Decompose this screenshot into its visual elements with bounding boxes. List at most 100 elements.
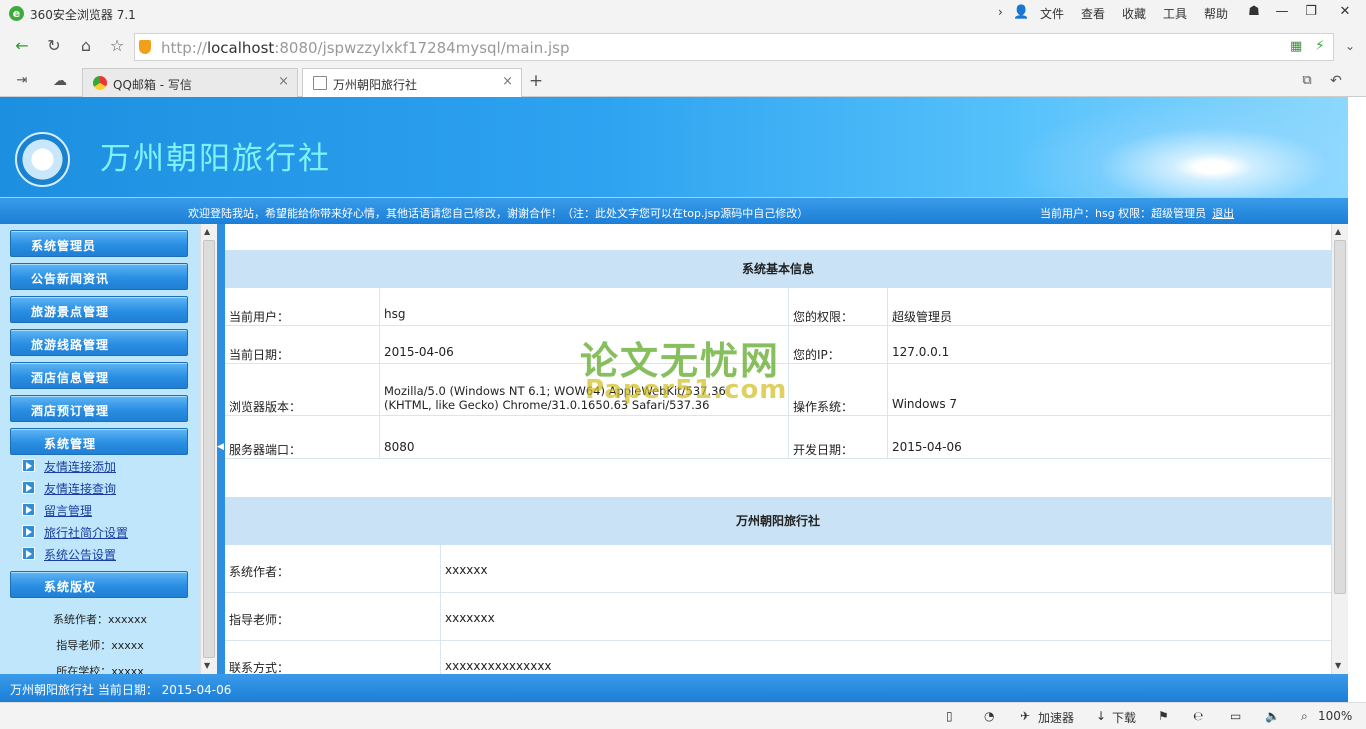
menu-tools[interactable]: 工具 xyxy=(1163,5,1187,22)
user-icon[interactable]: 👤 xyxy=(1013,5,1029,20)
sidebar-link-label[interactable]: 系统公告设置 xyxy=(44,546,116,563)
ip-label: 您的IP： xyxy=(793,348,840,362)
ie-icon[interactable]: ℮ xyxy=(1193,709,1203,723)
refresh-icon[interactable]: ↻ xyxy=(42,34,66,58)
compat-icon[interactable]: ◔ xyxy=(984,709,994,723)
arrow-right-icon xyxy=(22,481,35,494)
favorite-star-icon[interactable]: ☆ xyxy=(105,34,129,58)
frame-splitter[interactable]: ◀ xyxy=(217,224,225,674)
sidebar-menu-scenic[interactable]: 旅游景点管理 xyxy=(10,296,188,323)
url-prefix: http:// xyxy=(161,39,207,57)
content-scrollbar[interactable]: ▲ ▼ xyxy=(1331,224,1348,674)
phone-icon[interactable]: ▯ xyxy=(946,709,953,723)
sidebar: 系统管理员 公告新闻资讯 旅游景点管理 旅游线路管理 酒店信息管理 酒店预订管理… xyxy=(0,224,200,674)
window-icon[interactable]: ▭ xyxy=(1230,709,1241,723)
chevron-right-icon[interactable]: › xyxy=(998,5,1003,19)
sidebar-menu-routes[interactable]: 旅游线路管理 xyxy=(10,329,188,356)
about-label-cell: 联系方式： xyxy=(225,641,441,674)
info-label-cell: 当前日期： xyxy=(225,326,380,363)
url-text[interactable]: http://localhost:8080/jspwzzylxkf17284my… xyxy=(161,39,570,57)
tab-travel-agency[interactable]: 万州朝阳旅行社 × xyxy=(302,68,522,98)
info-label-cell: 浏览器版本： xyxy=(225,364,380,415)
sidebar-menu-hotels[interactable]: 酒店信息管理 xyxy=(10,362,188,389)
about-value-cell: xxxxxx xyxy=(441,545,1331,592)
maximize-button[interactable]: ❐ xyxy=(1297,2,1325,24)
port-label: 服务器端口： xyxy=(229,443,302,457)
volume-icon[interactable]: 🔈 xyxy=(1265,709,1280,723)
cloud-icon[interactable]: ☁ xyxy=(48,69,72,93)
browser-logo-icon: e xyxy=(9,6,24,21)
menu-file[interactable]: 文件 xyxy=(1040,5,1064,22)
sidebar-menu-copyright[interactable]: 系统版权 xyxy=(10,571,188,598)
scroll-up-icon[interactable]: ▲ xyxy=(1335,227,1341,236)
new-tab-button[interactable]: + xyxy=(524,69,548,93)
undo-close-icon[interactable]: ↶ xyxy=(1324,69,1348,93)
scroll-thumb[interactable] xyxy=(203,240,215,658)
flag-icon[interactable]: ⚑ xyxy=(1158,709,1169,723)
info-value-cell: 超级管理员 xyxy=(888,288,1331,325)
url-host: localhost xyxy=(206,39,275,57)
sidebar-menu-label: 系统管理员 xyxy=(31,239,97,253)
sidebar-menu-label: 酒店信息管理 xyxy=(31,371,110,385)
download-label[interactable]: 下载 xyxy=(1112,709,1136,726)
menu-favorites[interactable]: 收藏 xyxy=(1122,5,1146,22)
zoom-level[interactable]: 100% xyxy=(1318,709,1352,723)
about-row: 指导老师： xxxxxxx xyxy=(225,593,1331,641)
scroll-down-icon[interactable]: ▼ xyxy=(1335,661,1341,670)
zoom-icon[interactable]: ⌕ xyxy=(1301,709,1308,724)
skin-icon[interactable]: ☗ xyxy=(1240,2,1268,24)
scroll-down-icon[interactable]: ▼ xyxy=(204,661,210,670)
restore-tabs-icon[interactable]: ⧉ xyxy=(1295,69,1319,93)
browser-app-title: 360安全浏览器 7.1 xyxy=(30,8,136,22)
download-icon[interactable]: ↓ xyxy=(1096,709,1106,723)
sidebar-menu-news[interactable]: 公告新闻资讯 xyxy=(10,263,188,290)
permission-value: 超级管理员 xyxy=(892,310,953,324)
date-label: 当前日期： xyxy=(229,348,290,362)
sidebar-menu-bookings[interactable]: 酒店预订管理 xyxy=(10,395,188,422)
about-value: xxxxxxxxxxxxxxx xyxy=(445,659,552,673)
info-value-cell: Windows 7 xyxy=(888,364,1331,415)
about-label-cell: 指导老师： xyxy=(225,593,441,640)
current-user-text: 当前用户：hsg 权限：超级管理员 xyxy=(1040,207,1207,220)
sidebar-menu-system[interactable]: 系统管理 xyxy=(10,428,188,455)
info-value-cell: 127.0.0.1 xyxy=(888,326,1331,363)
url-path: :8080/jspwzzylxkf17284mysql/main.jsp xyxy=(274,39,570,57)
sidebar-menu-label: 旅游景点管理 xyxy=(31,305,110,319)
about-value: xxxxxxx xyxy=(445,611,495,625)
menu-help[interactable]: 帮助 xyxy=(1204,5,1228,22)
os-value: Windows 7 xyxy=(892,397,958,411)
sidebar-menu-admin[interactable]: 系统管理员 xyxy=(10,230,188,257)
close-icon[interactable]: × xyxy=(502,74,513,89)
menu-view[interactable]: 查看 xyxy=(1081,5,1105,22)
logout-link[interactable]: 退出 xyxy=(1212,207,1234,220)
sidebar-link-label[interactable]: 友情连接添加 xyxy=(44,458,116,475)
collapse-arrow-icon[interactable]: ◀ xyxy=(217,442,224,452)
about-row: 联系方式： xxxxxxxxxxxxxxx xyxy=(225,641,1331,674)
address-bar: ← ↻ ⌂ ☆ http://localhost:8080/jspwzzylxk… xyxy=(0,28,1366,66)
info-value-cell: 8080 xyxy=(380,416,789,458)
url-input[interactable]: http://localhost:8080/jspwzzylxkf17284my… xyxy=(134,33,1334,61)
site-title: 万州朝阳旅行社 xyxy=(100,141,331,177)
scroll-up-icon[interactable]: ▲ xyxy=(204,227,210,236)
chevron-down-icon[interactable]: ⌄ xyxy=(1338,34,1362,58)
sidebar-link-label[interactable]: 留言管理 xyxy=(44,502,92,519)
about-value-cell: xxxxxxx xyxy=(441,593,1331,640)
close-icon[interactable]: × xyxy=(278,74,289,89)
sidebar-toggle-icon[interactable]: ⇥ xyxy=(10,69,34,93)
accelerator-label[interactable]: 加速器 xyxy=(1038,709,1074,726)
lightning-icon[interactable]: ⚡ xyxy=(1315,38,1325,54)
minimize-button[interactable]: — xyxy=(1268,2,1296,24)
qr-code-icon[interactable]: ▦ xyxy=(1290,39,1302,54)
home-icon[interactable]: ⌂ xyxy=(74,34,98,58)
sidebar-scrollbar[interactable]: ▲ ▼ xyxy=(200,224,217,674)
sidebar-link-label[interactable]: 友情连接查询 xyxy=(44,480,116,497)
arrow-right-icon xyxy=(22,503,35,516)
close-window-button[interactable]: ✕ xyxy=(1331,2,1359,24)
info-label-cell: 服务器端口： xyxy=(225,416,380,458)
rocket-icon[interactable]: ✈ xyxy=(1020,709,1030,723)
sidebar-link-label[interactable]: 旅行社简介设置 xyxy=(44,524,128,541)
back-icon[interactable]: ← xyxy=(10,34,34,58)
scroll-thumb[interactable] xyxy=(1334,240,1346,594)
banner-decoration xyxy=(1010,97,1348,197)
tab-qq-mail[interactable]: QQ邮箱 - 写信 × xyxy=(82,68,298,97)
